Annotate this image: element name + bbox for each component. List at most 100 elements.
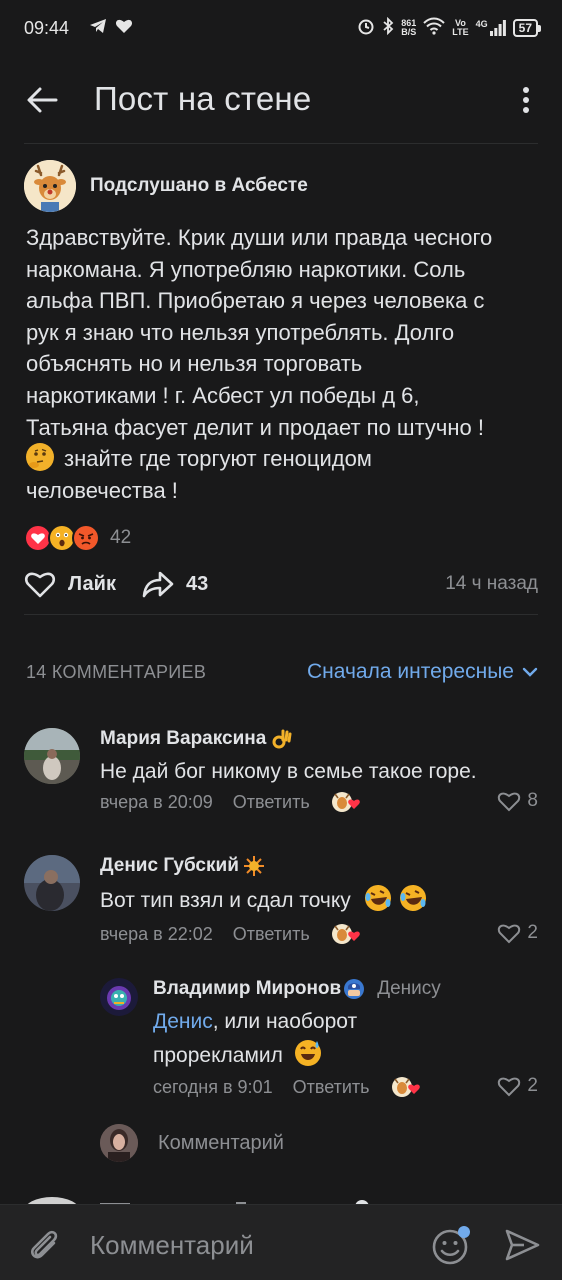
laughing-emoji-icon [363,883,393,923]
mention-link[interactable]: Денис [153,1010,213,1033]
page-title: Пост на стене [94,80,312,117]
post-divider [24,614,538,615]
avatar[interactable] [100,978,138,1016]
post-text-line: наркотиками ! г. Асбест ул победы д 6, [26,382,420,408]
paperclip-icon [31,1230,58,1259]
reply-button[interactable]: Ответить [233,924,310,945]
deer-icon [24,160,76,212]
post-text-line: рук я знаю что нельзя употреблять. Долго [26,319,455,345]
comment-author[interactable]: Владимир Миронов [153,978,341,1000]
reply-button[interactable]: Ответить [233,792,310,813]
heart-outline-icon [498,792,521,812]
net-speed: 861 B/S [401,18,417,37]
post-time: 14 ч назад [445,573,538,594]
share-count: 43 [185,572,209,595]
reply-to-label[interactable]: Денису [377,978,441,1000]
heart-outline-icon [24,572,56,598]
comment-likes-count: 2 [527,1075,538,1096]
thinking-emoji-icon [26,443,54,472]
alarm-icon [357,17,375,40]
avatar[interactable] [24,728,80,784]
comment-compose-bar [0,1204,562,1280]
user-avatar [100,1124,138,1162]
ok-hand-icon [270,728,292,750]
captain-shield-icon [343,978,365,1000]
post-text-line: объяснять но и нельзя торговать [26,351,363,377]
status-bar: 09:44 861 B/S Vo LTE 4G 57 [0,0,562,56]
comment-like-button[interactable]: 2 [497,1075,538,1097]
post-text-line: Татьяна фасует делит и продает по штучно… [26,414,484,440]
reply-button[interactable]: Ответить [293,1077,370,1098]
header-divider [24,143,538,144]
volte-indicator: Vo LTE [452,18,469,37]
arrow-left-icon [27,87,58,113]
comment-like-button[interactable]: 8 [497,790,538,812]
post-text-line: человечества ! [26,477,178,503]
heart-outline-icon [498,924,521,944]
comment-author[interactable]: Денис Губский [100,855,239,877]
comment-input[interactable] [90,1225,410,1265]
page-header: Пост на стене [0,70,562,130]
battery-indicator: 57 [512,19,542,37]
attach-button[interactable] [24,1225,64,1265]
post-reactions[interactable]: 42 [24,524,131,552]
more-options-button[interactable] [514,82,538,118]
comment-text: Не дай бог никому в семье такое горе. [100,760,477,783]
avatar[interactable] [24,855,80,911]
like-button[interactable]: Лайк [24,570,116,598]
community-avatar[interactable] [24,160,76,212]
comment-time: вчера в 20:09 [100,791,213,812]
comment-likes-count: 2 [527,922,538,943]
back-button[interactable] [24,82,64,118]
comment-text: Вот тип взял и сдал точку [100,883,540,923]
reply-comment-input[interactable]: Комментарий [100,1124,284,1162]
comment-author[interactable]: Мария Вараксина [100,728,266,750]
reaction-preview-icon[interactable] [330,922,364,946]
comment-like-button[interactable]: 2 [497,922,538,944]
post-text: Здравствуйте. Крик души или правда чесно… [26,222,542,506]
comment-item: Мария Вараксина Не дай бог никому в семь… [0,728,562,828]
signal-icon: 4G [476,20,506,36]
send-button[interactable] [502,1225,542,1265]
comment-reply-item: Владимир Миронов Денису Денис, или наобо… [0,978,562,1108]
community-name[interactable]: Подслушано в Асбесте [90,175,308,197]
comments-count: 14 КОММЕНТАРИЕВ [26,661,207,682]
more-vertical-icon [523,87,529,113]
status-time: 09:44 [24,17,70,38]
wifi-icon [423,17,445,40]
post-text-line: наркомана. Я употребляю наркотики. Соль [26,256,466,282]
post-actions: Лайк 43 14 ч назад [24,562,538,606]
post-author[interactable]: Подслушано в Асбесте [24,160,308,212]
sort-label: Сначала интересные [307,660,514,683]
comment-time: сегодня в 9:01 [153,1076,273,1097]
reaction-preview-icon[interactable] [390,1075,424,1099]
telegram-icon [89,18,107,39]
comment-likes-count: 8 [527,790,538,811]
laughing-emoji-icon [398,883,428,923]
vk-heart-icon [115,18,133,39]
comments-header: 14 КОММЕНТАРИЕВ Сначала интересные [26,656,538,688]
post-text-line: знайте где торгуют геноцидом [26,443,542,475]
post-text-line: Здравствуйте. Крик души или правда чесно… [26,225,493,250]
chevron-down-icon [522,667,538,677]
reactions-count: 42 [110,527,132,548]
like-label: Лайк [68,572,116,595]
share-icon [142,571,174,598]
reaction-preview-icon[interactable] [330,790,364,814]
next-comment-peek [24,1194,544,1204]
sort-comments-button[interactable]: Сначала интересные [307,660,538,684]
share-button[interactable]: 43 [142,570,208,598]
post-text-line: альфа ПВП. Приобретаю я через человека с [26,288,485,314]
comment-text: Денис, или наоборот [153,1010,358,1033]
emoji-button[interactable] [430,1223,474,1267]
comment-text: прорекламил [153,1038,543,1078]
send-icon [505,1229,540,1261]
heart-outline-icon [498,1077,521,1097]
comment-time: вчера в 22:02 [100,923,213,944]
sunburst-badge-icon [243,855,265,877]
angry-reaction-icon [72,524,100,552]
bluetooth-icon [382,16,394,40]
reply-placeholder: Комментарий [158,1131,284,1154]
comment-item: Денис Губский Вот тип взял и сдал точку … [0,855,562,955]
sweat-smile-emoji-icon [293,1038,323,1078]
